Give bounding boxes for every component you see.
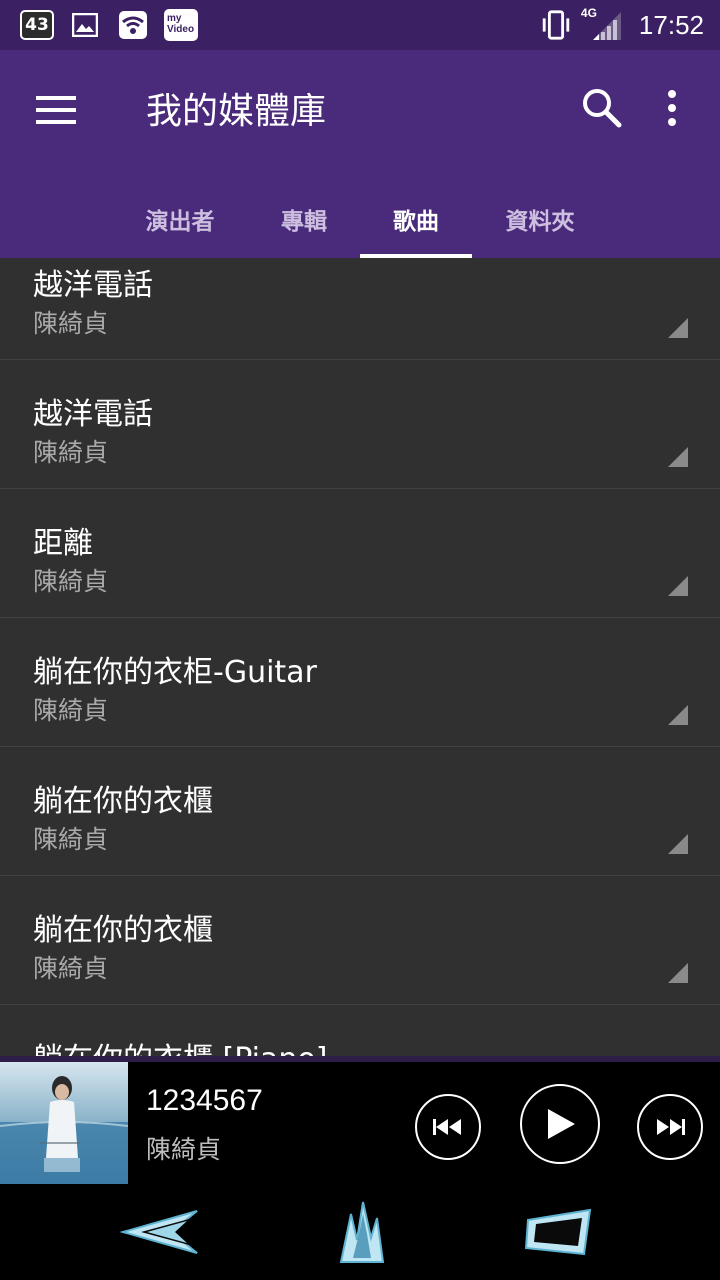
overflow-menu-icon[interactable]	[668, 318, 688, 338]
song-artist: 陳綺貞	[33, 438, 109, 467]
myvideo-label-line1: my	[167, 13, 182, 24]
back-arrow-icon	[119, 1210, 198, 1254]
recent-apps-button[interactable]	[516, 1202, 600, 1262]
tab-artists[interactable]: 演出者	[124, 180, 236, 258]
skip-previous-icon	[433, 1119, 461, 1135]
overflow-menu-icon[interactable]	[668, 963, 688, 983]
album-art[interactable]	[0, 1062, 128, 1184]
song-list[interactable]: 越洋電話 陳綺貞 越洋電話 陳綺貞 距離 陳綺貞 躺在你的衣柜-Guitar 陳…	[0, 258, 720, 1056]
tab-albums[interactable]: 專輯	[248, 180, 360, 258]
song-title: 越洋電話	[33, 397, 153, 432]
list-item[interactable]: 越洋電話 陳綺貞	[0, 258, 720, 360]
back-button[interactable]	[112, 1202, 208, 1262]
clock: 17:52	[638, 9, 704, 40]
system-nav-bar	[0, 1184, 720, 1280]
song-artist: 陳綺貞	[33, 696, 109, 725]
song-title: 距離	[33, 526, 93, 561]
next-track-button[interactable]	[637, 1094, 703, 1160]
list-item[interactable]: 躺在你的衣櫃 陳綺貞	[0, 748, 720, 876]
list-item[interactable]: 躺在你的衣柜-Guitar 陳綺貞	[0, 619, 720, 747]
song-title: 躺在你的衣櫃 [Piano]	[33, 1034, 327, 1056]
myvideo-label-line2: Video	[167, 24, 195, 35]
now-playing-artist: 陳綺貞	[146, 1135, 222, 1164]
play-icon	[548, 1109, 575, 1139]
song-title: 躺在你的衣柜-Guitar	[33, 655, 317, 690]
list-item[interactable]: 距離 陳綺貞	[0, 490, 720, 618]
status-bar: 43 my Video 4G 17:52	[0, 0, 720, 50]
song-artist: 陳綺貞	[33, 567, 109, 596]
search-icon[interactable]	[580, 86, 624, 130]
list-item[interactable]: 越洋電話 陳綺貞	[0, 361, 720, 489]
home-icon	[339, 1201, 385, 1263]
previous-track-button[interactable]	[415, 1094, 481, 1160]
page-title: 我的媒體庫	[146, 91, 327, 132]
wifi-hotspot-icon	[116, 8, 150, 42]
song-title: 躺在你的衣櫃	[33, 784, 213, 819]
signal-icon: 4G	[581, 6, 623, 42]
app-bar: 我的媒體庫 演出者 專輯 歌曲 資料夾	[0, 50, 720, 258]
myvideo-icon: my Video	[164, 9, 198, 41]
song-title: 越洋電話	[33, 268, 153, 303]
gallery-icon	[68, 8, 102, 42]
tab-bar: 演出者 專輯 歌曲 資料夾	[0, 180, 720, 258]
recent-apps-icon	[524, 1208, 592, 1256]
song-artist: 陳綺貞	[33, 825, 109, 854]
more-options-icon[interactable]	[660, 88, 684, 128]
overflow-menu-icon[interactable]	[668, 705, 688, 725]
menu-icon[interactable]	[36, 96, 76, 124]
home-button[interactable]	[324, 1201, 400, 1263]
song-title: 躺在你的衣櫃	[33, 913, 213, 948]
list-item[interactable]: 躺在你的衣櫃 [Piano]	[0, 1006, 720, 1056]
now-playing-title: 1234567	[146, 1084, 263, 1117]
tab-folders[interactable]: 資料夾	[484, 180, 596, 258]
list-item[interactable]: 躺在你的衣櫃 陳綺貞	[0, 877, 720, 1005]
overflow-menu-icon[interactable]	[668, 447, 688, 467]
notification-count-badge: 43	[20, 10, 54, 40]
overflow-menu-icon[interactable]	[668, 576, 688, 596]
skip-next-icon	[657, 1119, 685, 1135]
tab-songs[interactable]: 歌曲	[360, 180, 472, 258]
song-artist: 陳綺貞	[33, 954, 109, 983]
play-button[interactable]	[520, 1084, 600, 1164]
overflow-menu-icon[interactable]	[668, 834, 688, 854]
song-artist: 陳綺貞	[33, 309, 109, 338]
vibrate-icon	[539, 8, 573, 42]
mini-player[interactable]: 1234567 陳綺貞	[0, 1056, 720, 1184]
